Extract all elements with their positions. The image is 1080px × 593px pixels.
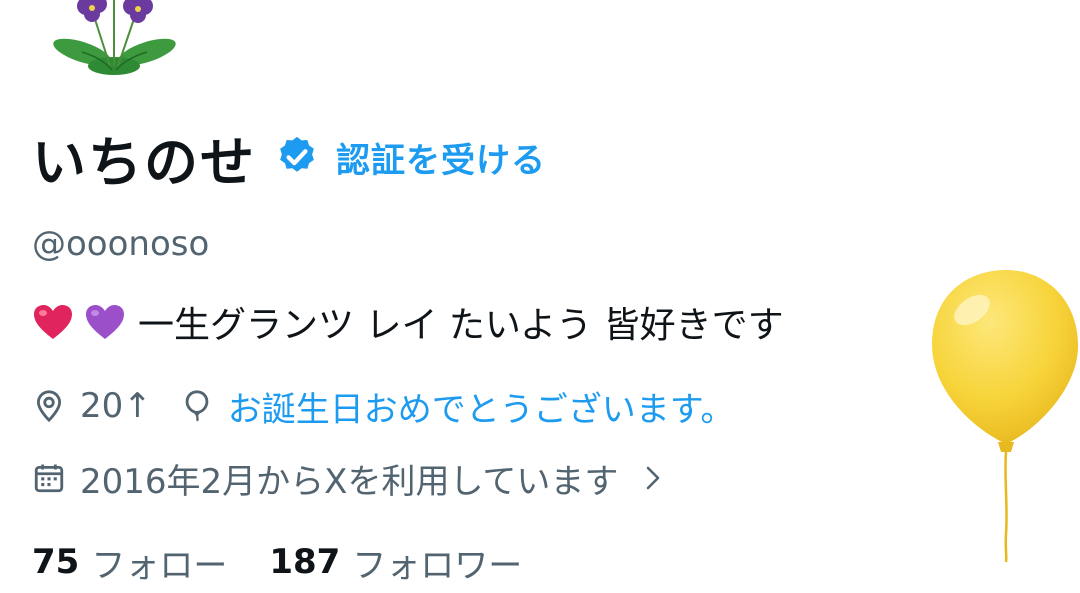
- bio-text: 一生グランツ レイ たいよう 皆好きです: [138, 305, 784, 346]
- birthday-message: お誕生日おめでとうございます。: [227, 389, 735, 430]
- profile-name-row: いちのせ 認証を受ける: [32, 122, 546, 194]
- followers-label: フォロワー: [352, 545, 523, 586]
- calendar-icon: [34, 464, 64, 493]
- avatar[interactable]: [52, 0, 177, 80]
- following-link[interactable]: 75 フォロー: [32, 538, 227, 587]
- location-text: 20↑: [80, 386, 152, 426]
- following-label: フォロー: [91, 545, 228, 586]
- join-date-row[interactable]: 2016年2月からXを利用しています: [32, 452, 666, 504]
- following-count: 75: [32, 542, 80, 582]
- chevron-right-icon[interactable]: [640, 463, 666, 493]
- user-handle: @ooonoso: [32, 224, 210, 264]
- display-name: いちのせ: [32, 130, 256, 194]
- balloon-outline-icon: [185, 390, 209, 422]
- profile-bio: 一生グランツ レイ たいよう 皆好きです: [32, 296, 784, 348]
- follow-stats: 75 フォロー 187 フォロワー: [32, 536, 522, 588]
- join-date-text: 2016年2月からXを利用しています: [80, 461, 619, 502]
- red-heart-emoji: [34, 305, 72, 339]
- profile-meta-row: 20↑ お誕生日おめでとうございます。: [32, 380, 734, 432]
- purple-heart-emoji: [86, 305, 124, 339]
- location-pin-icon: [36, 390, 62, 423]
- followers-link[interactable]: 187 フォロワー: [269, 538, 522, 587]
- get-verified-link[interactable]: 認証を受ける: [336, 133, 546, 182]
- yellow-balloon-decoration: [932, 270, 1078, 563]
- followers-count: 187: [269, 542, 341, 582]
- verified-badge-icon[interactable]: [274, 134, 320, 180]
